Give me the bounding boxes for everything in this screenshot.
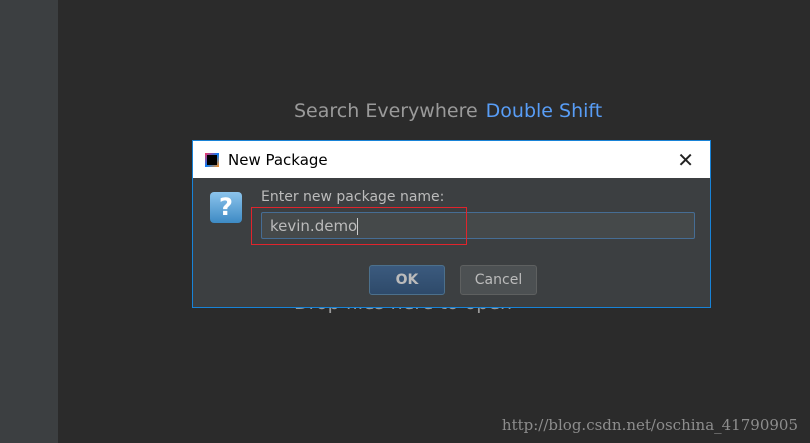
question-icon: ?: [210, 192, 242, 223]
cancel-button[interactable]: Cancel: [460, 265, 537, 295]
package-name-value: kevin.demo: [270, 217, 358, 235]
hint-label: Search Everywhere: [294, 100, 478, 122]
hint-shortcut: Double Shift: [485, 100, 603, 122]
text-caret: [357, 218, 359, 235]
close-icon[interactable]: ✕: [677, 148, 694, 172]
package-name-input[interactable]: kevin.demo: [261, 212, 695, 239]
dialog-title-bar: New Package ✕: [193, 141, 710, 178]
left-tool-strip: [0, 0, 58, 443]
ok-button[interactable]: OK: [369, 265, 445, 295]
search-everywhere-hint: Search Everywhere Double Shift: [294, 100, 602, 122]
watermark: http://blog.csdn.net/oschina_41790905: [501, 416, 798, 434]
new-package-dialog: New Package ✕ ? Enter new package name: …: [192, 140, 711, 308]
package-name-label: Enter new package name:: [261, 189, 445, 205]
intellij-app-icon: [205, 152, 219, 167]
dialog-title: New Package: [228, 150, 328, 169]
